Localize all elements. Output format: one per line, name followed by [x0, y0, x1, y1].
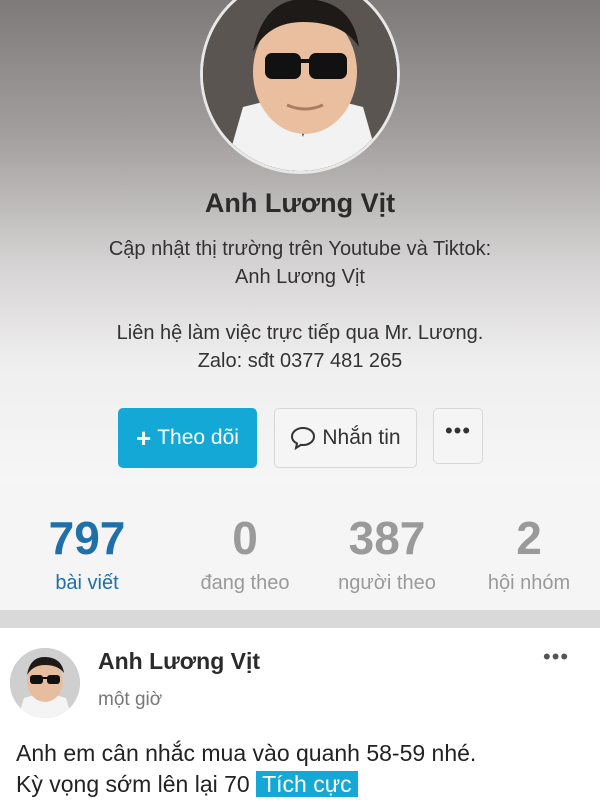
post-card: Anh Lương Vịt một giờ ••• Anh em cân nhắ… [0, 628, 600, 800]
post-author-avatar[interactable] [10, 648, 80, 718]
more-options-button[interactable]: ••• [433, 408, 483, 464]
post-timestamp: một giờ [98, 689, 163, 710]
follow-button[interactable]: + Theo dõi [118, 408, 257, 468]
stat-label: hội nhóm [487, 572, 571, 594]
message-button[interactable]: Nhắn tin [274, 408, 417, 468]
plus-icon: + [136, 423, 152, 453]
sentiment-tag[interactable]: Tích cực [256, 771, 358, 797]
bio-line: Cập nhật thị trường trên Youtube và Tikt… [108, 238, 492, 260]
follow-label: Theo dõi [157, 426, 239, 449]
profile-actions: + Theo dõi Nhắn tin ••• [0, 408, 600, 468]
stat-label: bài viết [55, 572, 119, 594]
profile-header: Anh Lương Vịt Cập nhật thị trường trên Y… [0, 0, 600, 486]
bio-line-blank [0, 291, 600, 319]
stat-groups[interactable]: 2 hội nhóm [458, 486, 600, 610]
post-content: Anh em cân nhắc mua vào quanh 58-59 nhé.… [16, 738, 591, 800]
avatar-photo [10, 648, 80, 718]
stat-value: 387 [348, 512, 426, 564]
post-author-name[interactable]: Anh Lương Vịt [98, 648, 260, 675]
profile-name: Anh Lương Vịt [204, 188, 396, 218]
post-more-options-icon[interactable]: ••• [543, 644, 569, 670]
more-dots-icon: ••• [444, 418, 472, 443]
bio-line: Liên hệ làm việc trực tiếp qua Mr. Lương… [116, 322, 484, 344]
profile-stats: 797 bài viết 0 đang theo 387 người theo … [0, 486, 600, 610]
profile-bio: Cập nhật thị trường trên Youtube và Tikt… [0, 235, 600, 375]
message-label: Nhắn tin [322, 426, 401, 449]
post-text-line: Kỳ vọng sớm lên lại 70 Tích cực [16, 769, 591, 800]
section-divider [0, 610, 600, 628]
post-text: Kỳ vọng sớm lên lại 70 [16, 771, 257, 797]
post-text-line: Anh em cân nhắc mua vào quanh 58-59 nhé. [16, 740, 477, 766]
profile-avatar[interactable] [200, 0, 400, 174]
stat-value: 797 [48, 512, 126, 564]
stat-value: 0 [232, 512, 258, 564]
avatar-photo [203, 0, 397, 171]
bio-line: Zalo: sđt 0377 481 265 [197, 350, 403, 372]
chat-bubble-icon [291, 426, 316, 450]
stat-label: đang theo [200, 572, 290, 594]
stat-posts[interactable]: 797 bài viết [0, 486, 174, 610]
stat-value: 2 [516, 512, 542, 564]
stat-label: người theo [338, 572, 436, 594]
bio-line: Anh Lương Vịt [235, 266, 365, 288]
stat-following[interactable]: 0 đang theo [174, 486, 316, 610]
stat-followers[interactable]: 387 người theo [316, 486, 458, 610]
